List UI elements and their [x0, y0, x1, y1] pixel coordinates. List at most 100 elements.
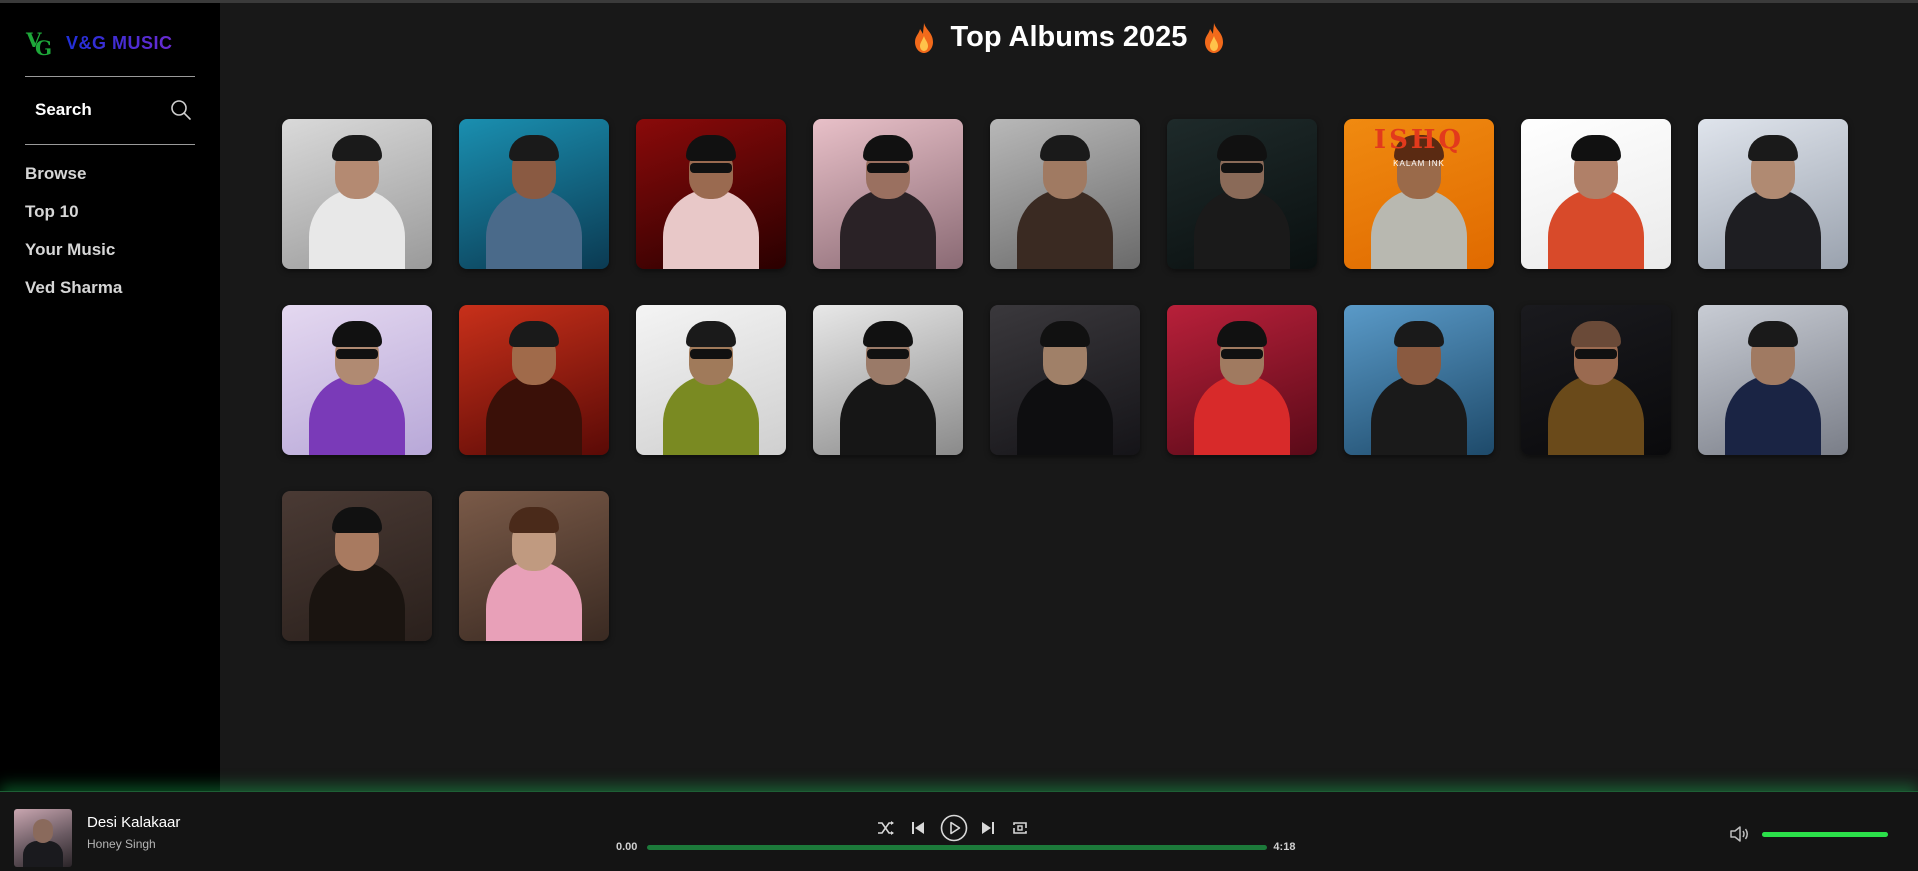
- brand-logo[interactable]: V G V&G MUSIC: [24, 27, 173, 59]
- album-cover-title: ISHQ: [1373, 125, 1465, 155]
- next-button[interactable]: [978, 818, 998, 838]
- album-card[interactable]: [813, 305, 963, 455]
- album-art-figure: [1217, 321, 1267, 347]
- album-art-figure: [486, 189, 582, 269]
- album-art-figure: [1575, 349, 1617, 359]
- album-card[interactable]: [1344, 305, 1494, 455]
- album-art-figure: [509, 135, 559, 161]
- album-card[interactable]: [1167, 305, 1317, 455]
- sidebar: V G V&G MUSIC Search Browse Top 10 Your …: [0, 3, 220, 791]
- main-content: Top Albums 2025 ISHQ KALAM INK: [220, 3, 1918, 791]
- album-card[interactable]: [1167, 119, 1317, 269]
- cover-figure: [23, 841, 63, 867]
- album-art-figure: [1748, 321, 1798, 347]
- album-art-figure: [1371, 189, 1467, 269]
- album-card[interactable]: [1698, 305, 1848, 455]
- album-card[interactable]: [990, 305, 1140, 455]
- album-card[interactable]: [282, 119, 432, 269]
- album-art-figure: [867, 349, 909, 359]
- album-art-figure: [309, 561, 405, 641]
- current-time: 0.00: [616, 841, 638, 853]
- brand-name: V&G MUSIC: [66, 32, 173, 53]
- album-art-figure: [690, 349, 732, 359]
- previous-button[interactable]: [908, 818, 928, 838]
- sidebar-divider: [25, 76, 195, 77]
- play-button[interactable]: [940, 814, 968, 842]
- cover-figure: [33, 819, 53, 843]
- album-art-figure: [509, 321, 559, 347]
- repeat-icon: [1013, 822, 1027, 834]
- album-art-figure: [867, 163, 909, 173]
- sidebar-item-browse[interactable]: Browse: [25, 161, 122, 199]
- album-card[interactable]: [459, 305, 609, 455]
- fire-icon: [914, 22, 933, 53]
- sidebar-item-profile[interactable]: Ved Sharma: [25, 275, 122, 313]
- album-art-figure: [1221, 349, 1263, 359]
- album-card[interactable]: [1521, 305, 1671, 455]
- album-card[interactable]: [282, 305, 432, 455]
- volume-slider[interactable]: [1762, 832, 1888, 837]
- sidebar-nav: Browse Top 10 Your Music Ved Sharma: [25, 161, 122, 313]
- album-art-figure: [486, 561, 582, 641]
- album-art-figure: [1394, 321, 1444, 347]
- album-card[interactable]: [459, 119, 609, 269]
- search-label: Search: [35, 100, 92, 119]
- now-playing-artist[interactable]: Honey Singh: [87, 837, 156, 851]
- album-card[interactable]: [636, 305, 786, 455]
- album-card[interactable]: ISHQ KALAM INK: [1344, 119, 1494, 269]
- album-art-figure: [840, 189, 936, 269]
- album-card[interactable]: [813, 119, 963, 269]
- play-icon: [940, 814, 968, 842]
- album-card[interactable]: [282, 491, 432, 641]
- album-art-figure: [1040, 135, 1090, 161]
- shuffle-button[interactable]: [876, 818, 896, 838]
- album-art-figure: [1571, 321, 1621, 347]
- album-art-figure: [1548, 375, 1644, 455]
- album-art-figure: [840, 375, 936, 455]
- album-art-figure: [332, 507, 382, 533]
- album-art-figure: [1748, 135, 1798, 161]
- player-bar: Desi Kalakaar Honey Singh 0.00 4:18: [0, 791, 1918, 871]
- album-art-figure: [1194, 189, 1290, 269]
- search-icon: [171, 100, 191, 120]
- album-art-figure: [1548, 189, 1644, 269]
- sidebar-item-top-10[interactable]: Top 10: [25, 199, 122, 237]
- progress-row: 0.00 4:18: [616, 841, 1295, 853]
- page-title: Top Albums 2025: [220, 21, 1918, 54]
- album-art-figure: [686, 135, 736, 161]
- volume-button[interactable]: [1729, 824, 1751, 849]
- album-art-figure: [509, 507, 559, 533]
- next-icon: [982, 822, 994, 834]
- album-art-figure: [1725, 189, 1821, 269]
- duration: 4:18: [1273, 841, 1296, 853]
- album-art-figure: [336, 349, 378, 359]
- album-art-figure: [686, 321, 736, 347]
- album-card[interactable]: [1698, 119, 1848, 269]
- album-card[interactable]: [459, 491, 609, 641]
- album-art-figure: [663, 189, 759, 269]
- album-art-figure: [1217, 135, 1267, 161]
- repeat-button[interactable]: [1010, 818, 1030, 838]
- shuffle-icon: [878, 821, 894, 835]
- now-playing-title[interactable]: Desi Kalakaar: [87, 814, 180, 831]
- album-art-figure: [690, 163, 732, 173]
- album-art-figure: [1017, 189, 1113, 269]
- album-art-figure: [663, 375, 759, 455]
- volume-icon: [1730, 826, 1748, 842]
- svg-text:G: G: [35, 36, 52, 59]
- now-playing-cover[interactable]: [14, 809, 72, 867]
- album-card[interactable]: [1521, 119, 1671, 269]
- fire-icon: [1205, 22, 1224, 53]
- volume-fill: [1762, 832, 1888, 837]
- album-art-figure: [1017, 375, 1113, 455]
- album-art-figure: [1571, 135, 1621, 161]
- album-cover-subtitle: KALAM INK: [1393, 159, 1445, 168]
- search-button[interactable]: Search: [25, 88, 195, 132]
- playback-controls: [876, 814, 1030, 842]
- album-art-figure: [1221, 163, 1263, 173]
- album-card[interactable]: [990, 119, 1140, 269]
- sidebar-item-your-music[interactable]: Your Music: [25, 237, 122, 275]
- album-card[interactable]: [636, 119, 786, 269]
- progress-bar[interactable]: [647, 844, 1268, 850]
- page-title-text: Top Albums 2025: [950, 21, 1188, 53]
